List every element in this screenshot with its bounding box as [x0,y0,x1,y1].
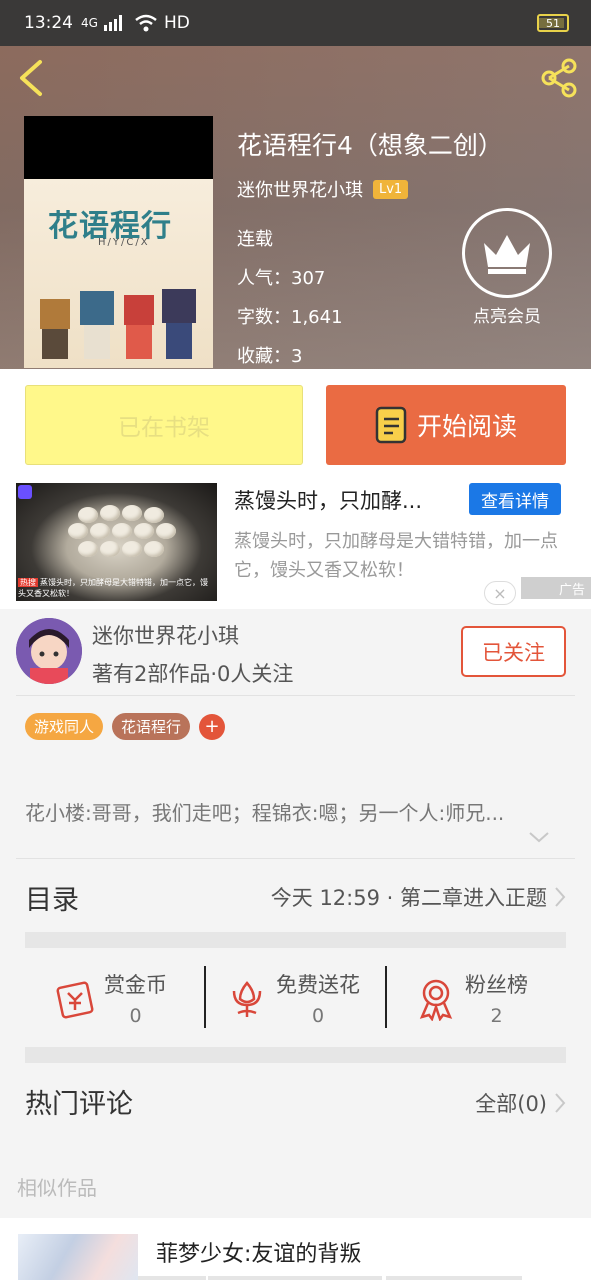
divider [16,695,575,696]
bun-shape [90,523,110,539]
similar-work-cover[interactable] [18,1234,138,1280]
ad-image[interactable]: 热搜 蒸馒头时，只加酵母是大错特错，加一点它，馒头又香又松软！ [16,483,217,601]
similar-work-item[interactable]: 菲梦少女:友谊的背叛 [0,1218,591,1280]
bun-shape [122,505,142,521]
bun-shape [144,541,164,557]
bun-shape [100,505,120,521]
section-separator [25,1047,566,1063]
tag-list: 游戏同人 花语程行 + [25,713,226,740]
ad-caption-tag: 热搜 [18,578,38,587]
ad-label: 广告 [521,577,591,599]
level-badge: Lv1 [373,179,409,199]
vip-button[interactable]: 点亮会员 [462,208,552,327]
gold-coin-icon [56,981,94,1019]
toc-latest-chapter: 今天 12:59 · 第二章进入正题 [270,886,547,910]
book-cover[interactable]: 花语程行 H/Y/C/X [24,116,213,368]
ad-close-button[interactable]: × [484,581,516,605]
hot-comments-row[interactable]: 热门评论 全部(0) [0,1070,591,1140]
start-reading-label: 开始阅读 [416,412,517,441]
share-icon[interactable] [537,56,581,100]
book-icon [375,406,407,444]
divider [208,1276,382,1280]
stat-value: 0 [311,1005,325,1027]
author-avatar[interactable] [16,618,82,684]
action-bar: 已在书架 开始阅读 [0,369,591,481]
similar-works-label: 相似作品 [17,1176,97,1200]
ad-title[interactable]: 蒸馒头时，只加酵... [234,485,422,515]
medal-icon [419,979,453,1021]
signal-bars-icon [103,15,122,31]
stat-gold-coin[interactable]: 赏金币 0 [52,966,167,1030]
signal-icon: 4G [81,16,98,30]
bun-shape [68,523,88,539]
stat-label: 免费送花 [276,973,360,997]
stat-value: 0 [129,1005,142,1027]
chevron-right-icon [555,1093,566,1113]
toc-row[interactable]: 目录 今天 12:59 · 第二章进入正题 [0,860,591,932]
cover-subtitle: H/Y/C/X [98,237,150,248]
crown-icon [462,208,552,298]
back-arrow-icon[interactable] [14,58,50,98]
bun-shape [78,541,98,557]
status-bar: 13:24 4G HD 51 [0,0,591,46]
divider [385,966,387,1028]
cover-art: 花语程行 H/Y/C/X [24,179,213,368]
vip-label: 点亮会员 [473,307,541,327]
bun-shape [100,541,120,557]
ad-banner[interactable]: 热搜 蒸馒头时，只加酵母是大错特错，加一点它，馒头又香又松软！ 蒸馒头时，只加酵.… [0,481,591,609]
ad-detail-button[interactable]: 查看详情 [469,483,561,515]
book-favorites: 收藏：3 [237,346,303,367]
stat-label: 粉丝榜 [465,973,528,997]
stat-label: 赏金币 [104,973,167,997]
all-comments-link[interactable]: 全部(0) [475,1088,547,1118]
add-tag-button[interactable]: + [199,713,226,740]
video-icon [18,485,32,499]
tag-game-fanfic[interactable]: 游戏同人 [25,713,104,740]
ad-caption-text: 蒸馒头时，只加酵母是大错特错，加一点它，馒头又香又松软！ [18,578,208,598]
follow-button[interactable]: 已关注 [461,626,566,677]
book-title: 花语程行4（想象二创） [237,131,503,160]
author-card-stats: 著有2部作品·0人关注 [92,662,294,686]
ad-image-caption: 热搜 蒸馒头时，只加酵母是大错特错，加一点它，馒头又香又松软！ [18,577,215,599]
divider [204,966,206,1028]
hot-comments-label: 热门评论 [25,1089,133,1120]
similar-work-title[interactable]: 菲梦少女:友谊的背叛 [156,1236,361,1268]
battery-icon: 51 [537,14,569,32]
bun-shape [112,523,132,539]
stat-value: 2 [490,1005,503,1027]
tag-series[interactable]: 花语程行 [112,713,191,740]
stat-fan-rank[interactable]: 粉丝榜 2 [413,966,528,1030]
stats-row: 赏金币 0 免费送花 0 粉丝榜 2 [0,950,591,1045]
battery-level: 51 [546,16,560,30]
wifi-icon [135,14,157,32]
toc-label: 目录 [25,885,79,916]
stat-free-flower[interactable]: 免费送花 0 [224,966,360,1030]
bun-shape [134,523,154,539]
cover-characters [40,289,196,359]
author-card-name[interactable]: 迷你世界花小琪 [92,620,239,650]
bun-shape [156,523,176,539]
bookshelf-button[interactable]: 已在书架 [25,385,303,465]
bun-shape [144,507,164,523]
author-card: 迷你世界花小琪 著有2部作品·0人关注 已关注 游戏同人 花语程行 + [0,610,591,760]
chevron-down-icon[interactable] [528,830,550,844]
chevron-right-icon [555,887,566,907]
divider [138,1276,206,1280]
network-label: HD [163,13,190,33]
book-header: 花语程行 H/Y/C/X 花语程行4（想象二创） 迷你世界花小琪 Lv1 连载 … [0,46,591,369]
start-reading-button[interactable]: 开始阅读 [326,385,566,465]
book-intro[interactable]: 花小楼:哥哥，我们走吧；程锦衣:嗯；另一个人:师兄... [25,797,570,826]
divider [16,858,575,859]
author-name[interactable]: 迷你世界花小琪 [237,176,363,202]
divider [386,1276,522,1280]
flower-icon [232,981,262,1017]
status-time: 13:24 [24,13,73,33]
bun-shape [122,541,142,557]
bun-shape [78,507,98,523]
author-line: 迷你世界花小琪 Lv1 [237,176,503,202]
section-separator [25,932,566,948]
